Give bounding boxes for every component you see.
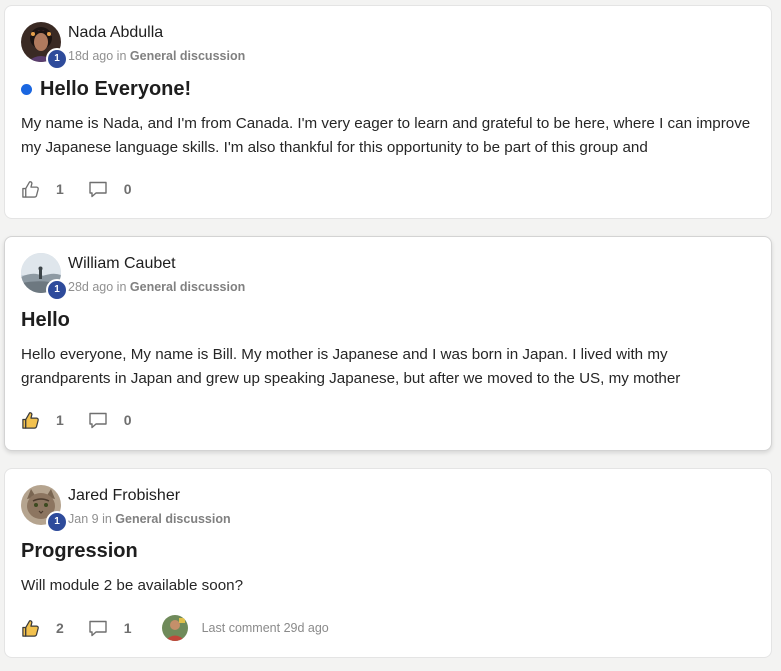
author-avatar-wrap[interactable]: 1 (21, 22, 68, 70)
post-meta: Jan 9 in General discussion (68, 512, 231, 526)
comment-bubble-icon (89, 620, 107, 636)
comment-bubble-icon (89, 412, 107, 428)
post-body: My name is Nada, and I'm from Canada. I'… (21, 115, 751, 156)
thumbs-up-icon (22, 180, 39, 198)
like-count: 1 (56, 412, 64, 428)
comment-count: 0 (123, 412, 132, 428)
post-card[interactable]: 1 William Caubet 28d ago in General disc… (4, 236, 772, 451)
post-title[interactable]: Progression (21, 540, 138, 563)
post-card[interactable]: 1 Jared Frobisher Jan 9 in General discu… (4, 468, 772, 658)
comment-button[interactable]: 0 (88, 411, 132, 430)
post-title-text: Hello (21, 309, 70, 331)
category-link[interactable]: General discussion (115, 512, 230, 526)
post-time: Jan 9 (68, 512, 99, 526)
post-title[interactable]: Hello (21, 309, 70, 332)
comment-count: 0 (123, 181, 132, 197)
like-count: 2 (56, 620, 64, 636)
post-meta: 28d ago in General discussion (68, 280, 245, 294)
level-badge: 1 (46, 279, 68, 301)
post-title-text: Progression (21, 540, 138, 562)
post-title[interactable]: Hello Everyone! (21, 78, 191, 101)
last-comment-text: Last comment 29d ago (201, 621, 329, 635)
commenter-avatar[interactable] (161, 615, 188, 641)
author-avatar-wrap[interactable]: 1 (21, 253, 68, 301)
author-avatar-wrap[interactable]: 1 (21, 485, 68, 533)
post-time: 18d ago (68, 49, 114, 63)
in-text: in (116, 49, 127, 63)
post-actions: 1 0 (21, 178, 156, 200)
post-body: Will module 2 be available soon? (21, 577, 244, 594)
level-badge: 1 (46, 511, 68, 533)
category-link[interactable]: General discussion (130, 280, 245, 294)
like-count: 1 (56, 181, 64, 197)
level-badge: 1 (46, 48, 68, 70)
post-card[interactable]: 1 Nada Abdulla 18d ago in General discus… (4, 5, 772, 219)
in-text: in (102, 512, 112, 526)
comment-button[interactable]: 1 (88, 619, 132, 638)
like-button[interactable]: 1 (21, 180, 64, 199)
author-name[interactable]: William Caubet (68, 255, 176, 273)
like-button[interactable]: 2 (21, 619, 64, 638)
category-link[interactable]: General discussion (130, 49, 245, 63)
author-name[interactable]: Jared Frobisher (68, 487, 180, 505)
like-button[interactable]: 1 (21, 411, 64, 430)
comment-button[interactable]: 0 (88, 180, 132, 199)
post-actions: 1 0 (21, 409, 156, 431)
post-meta: 18d ago in General discussion (68, 49, 245, 63)
author-name[interactable]: Nada Abdulla (68, 24, 163, 42)
in-text: in (116, 280, 127, 294)
thumbs-up-icon (22, 411, 39, 429)
post-feed: 1 Nada Abdulla 18d ago in General discus… (0, 0, 781, 671)
thumbs-up-icon (22, 619, 39, 637)
post-time: 28d ago (68, 280, 114, 294)
comment-bubble-icon (89, 181, 107, 197)
post-body: Hello everyone, My name is Bill. My moth… (21, 346, 681, 387)
post-actions: 2 1 Last comment 29d ago (21, 615, 329, 641)
comment-count: 1 (123, 620, 132, 636)
unread-dot (21, 84, 32, 95)
post-title-text: Hello Everyone! (40, 78, 192, 100)
